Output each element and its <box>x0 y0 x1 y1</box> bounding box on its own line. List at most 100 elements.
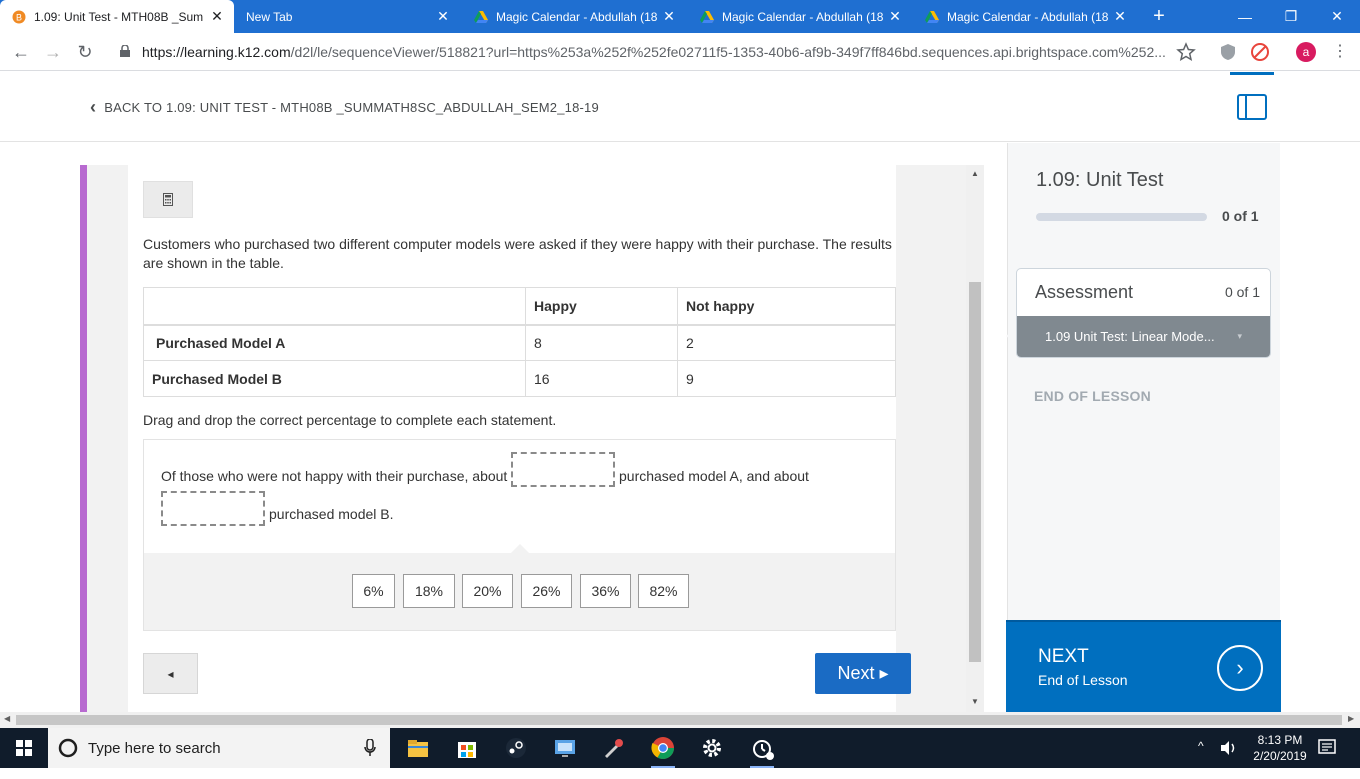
minimize-icon[interactable]: — <box>1222 0 1268 33</box>
browser-tab-strip: B 1.09: Unit Test - MTH08B _Sum ✕ New Ta… <box>0 0 1360 33</box>
table-row: Purchased Model A 8 2 <box>143 324 896 361</box>
shield-extension-icon[interactable] <box>1218 42 1238 62</box>
table-header-cell <box>143 287 526 326</box>
tab-unit-test[interactable]: B 1.09: Unit Test - MTH08B _Sum ✕ <box>0 0 234 33</box>
chevron-left-icon: ‹ <box>90 97 97 117</box>
statement-part-3: purchased model B. <box>269 506 394 522</box>
tab-new-tab[interactable]: New Tab ✕ <box>234 0 460 33</box>
tab-close-icon[interactable]: ✕ <box>208 8 226 25</box>
address-bar-url[interactable]: https://learning.k12.com/d2l/le/sequence… <box>142 44 1167 60</box>
alarm-clock-icon[interactable] <box>750 736 774 760</box>
drop-slot-model-b[interactable] <box>161 491 265 526</box>
tab-close-icon[interactable]: ✕ <box>434 8 452 25</box>
chrome-icon[interactable] <box>651 736 675 760</box>
calculator-button[interactable] <box>143 181 193 218</box>
assessment-item-label: 1.09 Unit Test: Linear Mode... <box>1045 329 1215 344</box>
tab-title: 1.09: Unit Test - MTH08B _Sum <box>34 9 204 24</box>
choice-chip[interactable]: 20% <box>462 574 513 608</box>
browser-menu-icon[interactable]: ⋮ <box>1330 42 1350 62</box>
reload-icon[interactable]: ↻ <box>74 41 96 63</box>
cortana-circle-icon <box>58 738 78 758</box>
taskbar-search-placeholder: Type here to search <box>88 740 221 757</box>
table-row: Purchased Model B 16 9 <box>143 360 896 397</box>
page-horizontal-scrollbar[interactable]: ◀ ▶ <box>0 712 1360 728</box>
choice-tray <box>144 553 895 630</box>
table-cell: 2 <box>677 324 896 361</box>
window-close-icon[interactable]: ✕ <box>1314 0 1360 33</box>
tab-title: New Tab <box>246 9 293 24</box>
content-accent-strip <box>80 165 87 712</box>
tray-chevron-up-icon[interactable]: ^ <box>1198 739 1204 779</box>
table-row-head: Purchased Model A <box>143 324 526 361</box>
microsoft-store-icon[interactable] <box>455 736 479 760</box>
next-lesson-panel[interactable]: NEXT End of Lesson › <box>1006 620 1281 712</box>
microphone-icon[interactable] <box>364 739 376 757</box>
taskbar-search-box[interactable]: Type here to search <box>48 728 390 768</box>
next-button[interactable]: Next ▸ <box>815 653 911 694</box>
forward-arrow-icon[interactable]: → <box>42 41 64 63</box>
back-arrow-icon[interactable]: ← <box>10 41 32 63</box>
paint-app-icon[interactable] <box>602 736 626 760</box>
tab-close-icon[interactable]: ✕ <box>660 8 678 25</box>
volume-icon[interactable] <box>1220 740 1238 756</box>
tab-close-icon[interactable]: ✕ <box>886 8 904 25</box>
tab-title: Magic Calendar - Abdullah (18 <box>722 9 884 24</box>
monitor-app-icon[interactable] <box>553 736 577 760</box>
notifications-icon[interactable] <box>1318 739 1336 757</box>
assessment-item-unit-test[interactable]: 1.09 Unit Test: Linear Mode... ▾ <box>1017 316 1270 357</box>
profile-avatar[interactable]: a <box>1296 42 1316 62</box>
header-accent-bar <box>1230 72 1274 75</box>
status-dot-icon: ▾ <box>1237 331 1242 341</box>
statement-part-2: purchased model A, and about <box>619 468 809 484</box>
scroll-up-arrow-icon[interactable]: ▲ <box>966 169 984 178</box>
settings-gear-icon[interactable] <box>700 736 724 760</box>
windows-taskbar: Type here to search ^ 8:13 PM 2/20/2019 <box>0 728 1360 768</box>
scroll-right-arrow-icon[interactable]: ▶ <box>1348 714 1354 723</box>
previous-button[interactable]: ◂ <box>143 653 198 694</box>
tab-magic-calendar-3[interactable]: Magic Calendar - Abdullah (18 ✕ <box>913 0 1137 33</box>
end-of-lesson-link[interactable]: END OF LESSON <box>1034 388 1151 404</box>
lesson-header: ‹ BACK TO 1.09: UNIT TEST - MTH08B _SUMM… <box>0 72 1360 142</box>
scroll-left-arrow-icon[interactable]: ◀ <box>4 714 10 723</box>
choice-chip[interactable]: 26% <box>521 574 572 608</box>
google-drive-icon <box>700 10 714 23</box>
tab-title: Magic Calendar - Abdullah (18 <box>496 9 658 24</box>
clock-date: 2/20/2019 <box>1253 749 1307 763</box>
choice-chip[interactable]: 36% <box>580 574 631 608</box>
lesson-progress-bar <box>1036 213 1207 221</box>
chevron-right-icon[interactable]: › <box>1217 645 1263 691</box>
scroll-thumb[interactable] <box>969 282 981 662</box>
windows-start-icon[interactable] <box>0 728 48 768</box>
scroll-down-arrow-icon[interactable]: ▼ <box>966 697 984 706</box>
blocker-extension-icon[interactable] <box>1250 42 1270 62</box>
restore-icon[interactable]: ❐ <box>1268 0 1314 33</box>
question-prompt: Customers who purchased two different co… <box>143 236 892 271</box>
back-to-unit-link[interactable]: ‹ BACK TO 1.09: UNIT TEST - MTH08B _SUMM… <box>90 97 599 118</box>
choice-chip[interactable]: 18% <box>403 574 455 608</box>
assessment-card: Assessment 0 of 1 1.09 Unit Test: Linear… <box>1016 268 1271 358</box>
table-header-cell: Happy <box>525 287 678 326</box>
statement-part-1: Of those who were not happy with their p… <box>161 468 508 484</box>
drop-slot-model-a[interactable] <box>511 452 615 487</box>
bookmark-star-icon[interactable] <box>1176 42 1196 62</box>
tab-title: Magic Calendar - Abdullah (18 <box>947 9 1109 24</box>
tab-magic-calendar-2[interactable]: Magic Calendar - Abdullah (18 ✕ <box>688 0 912 33</box>
toggle-sidebar-icon[interactable] <box>1237 94 1267 120</box>
table-cell: 9 <box>677 360 896 397</box>
taskbar-clock[interactable]: 8:13 PM 2/20/2019 <box>1240 732 1320 764</box>
browser-toolbar: ← → ↻ https://learning.k12.com/d2l/le/se… <box>0 33 1360 71</box>
content-vertical-scrollbar[interactable]: ▲ ▼ <box>966 165 984 712</box>
calculator-icon <box>163 193 173 206</box>
table-header-row: Happy Not happy <box>143 287 896 326</box>
choice-chip[interactable]: 6% <box>352 574 395 608</box>
hscroll-thumb[interactable] <box>16 715 1342 725</box>
tab-magic-calendar-1[interactable]: Magic Calendar - Abdullah (18 ✕ <box>462 0 686 33</box>
new-tab-plus-icon[interactable]: + <box>1148 5 1170 27</box>
svg-text:B: B <box>16 12 22 22</box>
choice-chip[interactable]: 82% <box>638 574 689 608</box>
sidebar-title: 1.09: Unit Test <box>1036 169 1164 191</box>
steam-icon[interactable] <box>504 736 528 760</box>
drag-drop-area: Of those who were not happy with their p… <box>143 439 896 631</box>
tab-close-icon[interactable]: ✕ <box>1111 8 1129 25</box>
file-explorer-icon[interactable] <box>406 736 430 760</box>
